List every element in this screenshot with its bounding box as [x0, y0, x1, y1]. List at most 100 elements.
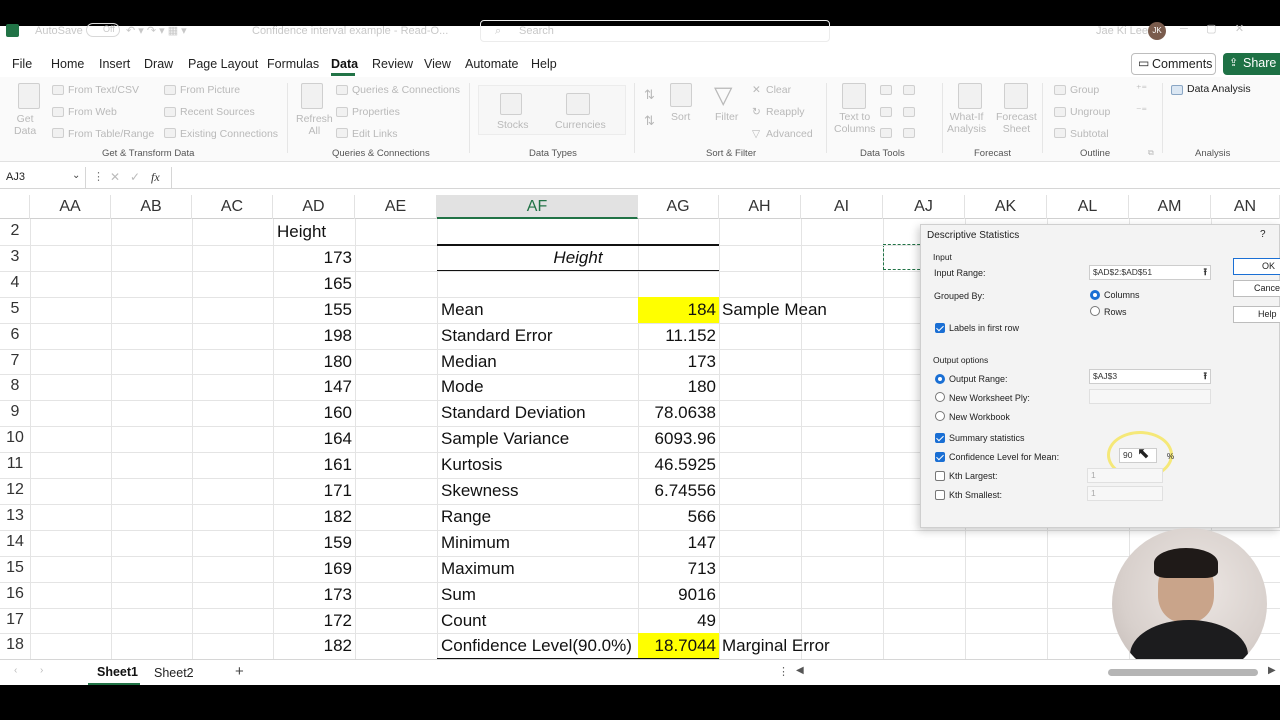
tab-home[interactable]: Home [51, 57, 84, 71]
stat-value-cell[interactable]: 6.74556 [638, 478, 719, 504]
comments-button[interactable]: ▭ Comments [1131, 53, 1216, 75]
height-value-cell[interactable]: 182 [273, 636, 352, 656]
flash-fill-icon[interactable] [880, 85, 892, 95]
relationships-icon[interactable] [903, 107, 915, 117]
from-table-range-button[interactable]: From Table/Range [68, 128, 154, 140]
add-sheet-button[interactable]: + [235, 663, 244, 680]
summary-statistics-checkbox[interactable] [935, 433, 945, 443]
show-detail-icon[interactable]: ⁺⁼ [1136, 83, 1147, 95]
name-box[interactable]: AJ3 ⌄ [0, 167, 86, 188]
column-header[interactable]: AA [30, 195, 111, 219]
ok-button[interactable]: OK [1233, 258, 1280, 275]
column-header[interactable]: AI [801, 195, 883, 219]
stat-value-cell[interactable]: 49 [638, 608, 719, 634]
marginal-error-note[interactable]: Marginal Error [722, 636, 830, 656]
confirm-entry-icon[interactable]: ✓ [130, 170, 140, 184]
from-web-button[interactable]: From Web [68, 106, 117, 118]
height-value-cell[interactable]: 147 [273, 377, 352, 397]
refresh-all-button[interactable]: Refresh All [296, 113, 333, 137]
stat-label-cell[interactable]: Standard Deviation [441, 403, 586, 423]
from-text-csv-button[interactable]: From Text/CSV [68, 84, 139, 96]
column-header[interactable]: AL [1047, 195, 1129, 219]
stat-label-cell[interactable]: Minimum [441, 533, 510, 553]
height-value-cell[interactable]: 198 [273, 326, 352, 346]
stat-value-cell[interactable]: 173 [638, 349, 719, 375]
stat-label-cell[interactable]: Kurtosis [441, 455, 502, 475]
column-header[interactable]: AN [1211, 195, 1280, 219]
height-value-cell[interactable]: 173 [273, 248, 352, 268]
stat-value-cell[interactable]: 147 [638, 530, 719, 556]
help-icon[interactable]: ? [1260, 229, 1266, 240]
height-value-cell[interactable]: 173 [273, 585, 352, 605]
new-workbook-radio[interactable] [935, 411, 945, 421]
columns-radio[interactable] [1090, 290, 1100, 300]
stat-label-cell[interactable]: Sample Variance [441, 429, 569, 449]
advanced-button[interactable]: Advanced [766, 128, 813, 140]
queries-connections-button[interactable]: Queries & Connections [352, 84, 460, 96]
text-to-columns-button[interactable]: Text to Columns [834, 111, 875, 135]
subtotal-button[interactable]: Subtotal [1070, 128, 1109, 140]
insert-function-icon[interactable]: fx [151, 170, 160, 185]
input-range-field[interactable]: $AD$2:$AD$51 ⭱ [1089, 265, 1211, 280]
tab-formulas[interactable]: Formulas [267, 57, 319, 71]
horizontal-scrollbar-thumb[interactable] [1108, 669, 1258, 676]
height-value-cell[interactable]: 155 [273, 300, 352, 320]
output-range-radio[interactable] [935, 374, 945, 384]
hscroll-right-icon[interactable]: ▶ [1268, 665, 1276, 676]
column-header[interactable]: AH [719, 195, 801, 219]
sheet-tab[interactable]: Sheet2 [154, 666, 194, 680]
column-header[interactable]: AD [273, 195, 355, 219]
column-header[interactable]: AG [638, 195, 719, 219]
consolidate-icon[interactable] [903, 85, 915, 95]
data-model-icon[interactable] [903, 128, 915, 138]
cancel-entry-icon[interactable]: ✕ [110, 170, 120, 184]
data-analysis-button[interactable]: Data Analysis [1187, 83, 1251, 95]
rows-radio[interactable] [1090, 306, 1100, 316]
sheet-tab-active[interactable]: Sheet1 [88, 660, 140, 685]
ungroup-button[interactable]: Ungroup [1070, 106, 1110, 118]
height-value-cell[interactable]: 180 [273, 352, 352, 372]
kth-largest-field[interactable]: 1 [1087, 468, 1163, 483]
column-header[interactable]: AJ [883, 195, 965, 219]
stat-value-cell[interactable]: 18.7044 [638, 633, 719, 660]
new-worksheet-field[interactable] [1089, 389, 1211, 404]
kth-largest-checkbox[interactable] [935, 471, 945, 481]
kth-smallest-checkbox[interactable] [935, 490, 945, 500]
collapse-dialog-icon[interactable]: ⭱ [1204, 370, 1208, 383]
clear-button[interactable]: Clear [766, 84, 791, 96]
what-if-analysis-button[interactable]: What-If Analysis [947, 111, 986, 135]
height-value-cell[interactable]: 172 [273, 611, 352, 631]
tab-help[interactable]: Help [531, 57, 557, 71]
stat-value-cell[interactable]: 46.5925 [638, 452, 719, 478]
stat-label-cell[interactable]: Median [441, 352, 497, 372]
select-all-corner[interactable] [0, 195, 30, 219]
stat-label-cell[interactable]: Skewness [441, 481, 518, 501]
stat-value-cell[interactable]: 180 [638, 374, 719, 400]
output-range-field[interactable]: $AJ$3 ⭱ [1089, 369, 1211, 384]
chevron-down-icon[interactable]: ⌄ [72, 170, 80, 181]
cancel-button[interactable]: Cancel [1233, 280, 1280, 297]
sort-ascending-icon[interactable]: ⇅ [644, 87, 655, 103]
dialog-launcher-icon[interactable]: ⧉ [1148, 148, 1154, 158]
data-validation-icon[interactable] [880, 128, 892, 138]
height-value-cell[interactable]: 161 [273, 455, 352, 475]
properties-button[interactable]: Properties [352, 106, 400, 118]
sample-mean-note[interactable]: Sample Mean [722, 300, 827, 320]
height-value-cell[interactable]: 182 [273, 507, 352, 527]
sort-descending-icon[interactable]: ⇅ [644, 113, 655, 129]
currencies-button[interactable]: Currencies [555, 119, 606, 131]
filter-button[interactable]: Filter [715, 111, 738, 123]
remove-duplicates-icon[interactable] [880, 107, 892, 117]
quick-access-icons[interactable]: ↶ ▾ ↷ ▾ ▦ ▾ [126, 24, 187, 37]
stat-label-cell[interactable]: Maximum [441, 559, 515, 579]
hide-detail-icon[interactable]: ⁻⁼ [1136, 105, 1147, 117]
search-box[interactable]: ⌕ Search [480, 20, 830, 42]
tab-data[interactable]: Data [331, 57, 358, 71]
scroll-right-icon[interactable]: › [40, 665, 43, 676]
sheet-bar-splitter-icon[interactable]: ⋮ [778, 665, 789, 678]
stocks-button[interactable]: Stocks [497, 119, 529, 131]
collapse-dialog-icon[interactable]: ⭱ [1204, 266, 1208, 279]
height-value-cell[interactable]: 169 [273, 559, 352, 579]
hscroll-left-icon[interactable]: ◀ [796, 665, 804, 676]
reapply-button[interactable]: Reapply [766, 106, 805, 118]
